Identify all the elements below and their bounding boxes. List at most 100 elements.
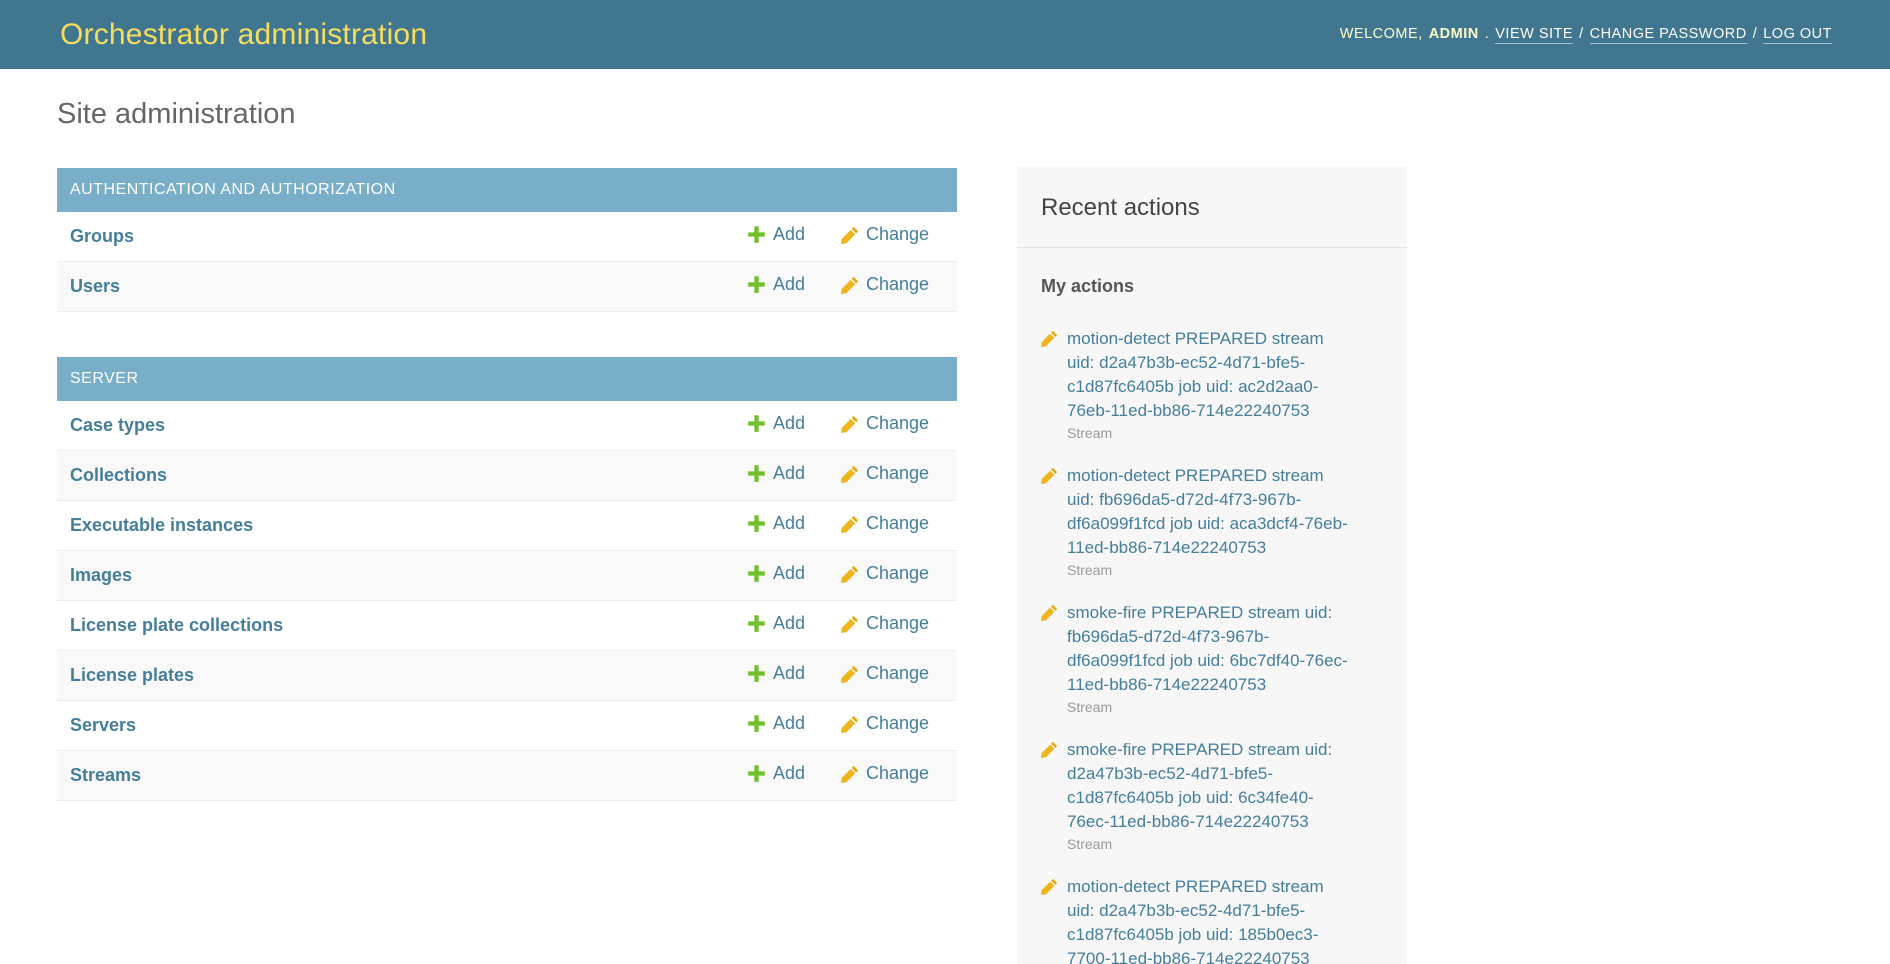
plus-icon: [747, 414, 766, 433]
pencil-icon: [841, 465, 859, 483]
recent-action-link[interactable]: smoke-fire PREPARED stream uid: fb696da5…: [1067, 601, 1352, 697]
pencil-icon: [1041, 601, 1067, 626]
site-title-link[interactable]: Orchestrator administration: [60, 18, 427, 52]
model-link[interactable]: Executable instances: [70, 515, 747, 536]
model-link[interactable]: Servers: [70, 715, 747, 736]
change-link[interactable]: Change: [841, 713, 929, 734]
plus-icon: [747, 614, 766, 633]
change-link[interactable]: Change: [841, 463, 929, 484]
change-link[interactable]: Change: [841, 563, 929, 584]
change-link[interactable]: Change: [841, 413, 929, 434]
link-separator: /: [1579, 26, 1584, 42]
module-caption: AUTHENTICATION AND AUTHORIZATION: [57, 168, 957, 212]
app-header: Orchestrator administration WELCOME, ADM…: [0, 0, 1890, 69]
app-module: SERVER Case types Add: [57, 357, 957, 801]
pencil-icon: [1041, 738, 1067, 763]
model-link[interactable]: Users: [70, 276, 747, 297]
recent-action-type: Stream: [1041, 836, 1383, 853]
add-link[interactable]: Add: [747, 663, 805, 684]
add-label: Add: [773, 274, 805, 295]
add-link[interactable]: Add: [747, 513, 805, 534]
change-label: Change: [866, 274, 929, 295]
view-site-link[interactable]: VIEW SITE: [1495, 26, 1573, 44]
change-label: Change: [866, 613, 929, 634]
add-link[interactable]: Add: [747, 613, 805, 634]
model-row: Users Add Change: [57, 262, 957, 312]
add-link[interactable]: Add: [747, 224, 805, 245]
plus-icon: [747, 664, 766, 683]
app-module: AUTHENTICATION AND AUTHORIZATION Groups …: [57, 168, 957, 312]
add-label: Add: [773, 463, 805, 484]
pencil-icon: [841, 515, 859, 533]
page: Orchestrator administration WELCOME, ADM…: [0, 0, 1890, 964]
add-link[interactable]: Add: [747, 274, 805, 295]
change-label: Change: [866, 763, 929, 784]
module-caption-link[interactable]: AUTHENTICATION AND AUTHORIZATION: [70, 181, 396, 199]
model-link[interactable]: Case types: [70, 415, 747, 436]
change-link[interactable]: Change: [841, 763, 929, 784]
change-password-link[interactable]: CHANGE PASSWORD: [1590, 26, 1747, 44]
add-label: Add: [773, 513, 805, 534]
page-title: Site administration: [57, 97, 957, 132]
module-rows: Groups Add Change: [57, 212, 957, 312]
add-link[interactable]: Add: [747, 713, 805, 734]
pencil-icon: [841, 276, 859, 294]
my-actions-heading: My actions: [1017, 248, 1407, 315]
user-tools: WELCOME, ADMIN. VIEW SITE / CHANGE PASSW…: [1340, 26, 1832, 44]
pencil-icon: [841, 565, 859, 583]
model-link[interactable]: License plates: [70, 665, 747, 686]
plus-icon: [747, 514, 766, 533]
change-link[interactable]: Change: [841, 613, 929, 634]
recent-action-type: Stream: [1041, 562, 1383, 579]
pencil-icon: [1041, 875, 1067, 900]
add-label: Add: [773, 613, 805, 634]
add-link[interactable]: Add: [747, 563, 805, 584]
recent-actions-panel: Recent actions My actions motion-detect …: [1017, 167, 1407, 964]
module-caption-link[interactable]: SERVER: [70, 370, 139, 388]
change-label: Change: [866, 713, 929, 734]
recent-action-link[interactable]: smoke-fire PREPARED stream uid: d2a47b3b…: [1067, 738, 1352, 834]
model-row: Streams Add Change: [57, 751, 957, 801]
plus-icon: [747, 764, 766, 783]
model-row: License plates Add Change: [57, 651, 957, 701]
change-label: Change: [866, 563, 929, 584]
model-link[interactable]: License plate collections: [70, 615, 747, 636]
change-link[interactable]: Change: [841, 274, 929, 295]
main-content: Site administration AUTHENTICATION AND A…: [57, 69, 957, 846]
pencil-icon: [841, 615, 859, 633]
recent-action-link[interactable]: motion-detect PREPARED stream uid: fb696…: [1067, 464, 1352, 560]
model-link[interactable]: Images: [70, 565, 747, 586]
pencil-icon: [841, 665, 859, 683]
log-out-link[interactable]: LOG OUT: [1763, 26, 1832, 44]
add-label: Add: [773, 763, 805, 784]
plus-icon: [747, 225, 766, 244]
model-link[interactable]: Collections: [70, 465, 747, 486]
pencil-icon: [841, 415, 859, 433]
recent-action-link[interactable]: motion-detect PREPARED stream uid: d2a47…: [1067, 875, 1352, 964]
recent-action-type: Stream: [1041, 425, 1383, 442]
pencil-icon: [1041, 327, 1067, 352]
model-row: Servers Add Change: [57, 701, 957, 751]
username: ADMIN: [1429, 26, 1479, 42]
change-link[interactable]: Change: [841, 513, 929, 534]
pencil-icon: [841, 715, 859, 733]
recent-action-item: smoke-fire PREPARED stream uid: fb696da5…: [1017, 589, 1407, 716]
add-link[interactable]: Add: [747, 413, 805, 434]
pencil-icon: [841, 226, 859, 244]
add-link[interactable]: Add: [747, 463, 805, 484]
recent-action-item: smoke-fire PREPARED stream uid: d2a47b3b…: [1017, 726, 1407, 853]
pencil-icon: [1041, 464, 1067, 489]
change-link[interactable]: Change: [841, 663, 929, 684]
model-row: Executable instances Add Chan: [57, 501, 957, 551]
plus-icon: [747, 564, 766, 583]
change-link[interactable]: Change: [841, 224, 929, 245]
recent-action-item: motion-detect PREPARED stream uid: fb696…: [1017, 452, 1407, 579]
change-label: Change: [866, 224, 929, 245]
pencil-icon: [841, 765, 859, 783]
model-link[interactable]: Groups: [70, 226, 747, 247]
model-link[interactable]: Streams: [70, 765, 747, 786]
recent-action-type: Stream: [1041, 699, 1383, 716]
recent-action-link[interactable]: motion-detect PREPARED stream uid: d2a47…: [1067, 327, 1352, 423]
add-link[interactable]: Add: [747, 763, 805, 784]
recent-actions-title: Recent actions: [1017, 167, 1407, 248]
